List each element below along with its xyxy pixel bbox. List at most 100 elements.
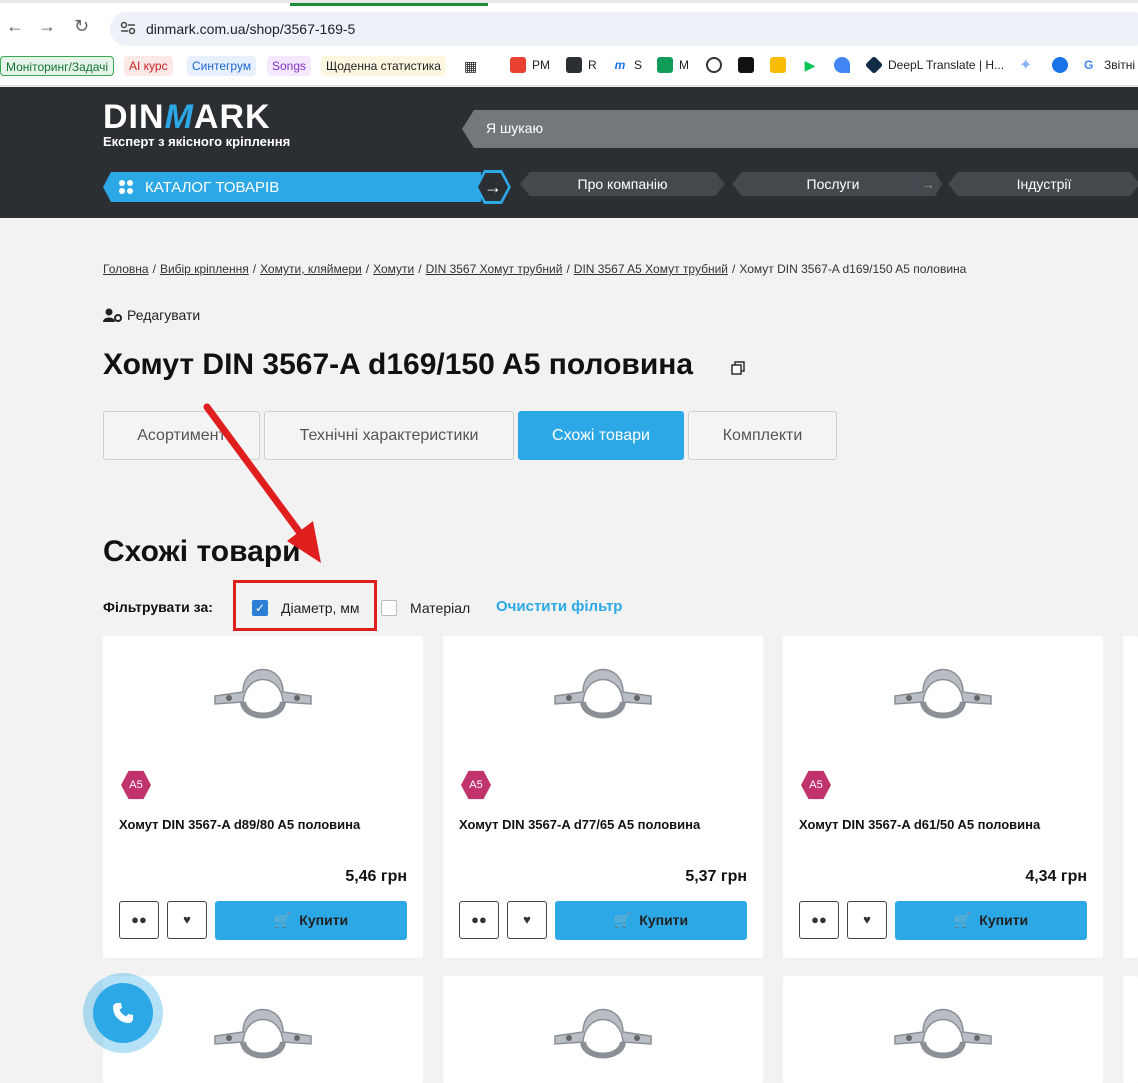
breadcrumb-hose-clamps[interactable]: Хомути	[373, 262, 414, 276]
logo-tagline: Експерт з якісного кріплення	[103, 134, 291, 149]
breadcrumb-clamps[interactable]: Хомути, кляймери	[260, 262, 362, 276]
extension-icon[interactable]	[738, 57, 754, 73]
clamp-image[interactable]	[203, 998, 323, 1068]
clamp-image[interactable]	[883, 998, 1003, 1068]
clear-filter-link[interactable]: Очистити фільтр	[496, 598, 622, 615]
back-icon[interactable]: ←	[6, 17, 24, 35]
deepl-icon	[864, 55, 884, 75]
product-card[interactable]: A5 Хомут DIN 3567-A d77/65 A5 половина 5…	[443, 636, 763, 958]
product-card[interactable]: A5 Хомут DIN 3567-A d61/50 A5 половина 4…	[783, 636, 1103, 958]
dinmark-logo[interactable]: DINMARK	[103, 98, 271, 137]
bookmarks-bar: Моніторинг/Задачі AI курс Синтегрум Song…	[0, 46, 1138, 86]
clamp-image[interactable]	[543, 998, 663, 1068]
site-settings-icon[interactable]	[120, 21, 136, 35]
breadcrumb-din3567-a5[interactable]: DIN 3567 A5 Хомут трубний	[574, 262, 728, 276]
apps-grid-icon[interactable]: ▦	[464, 58, 477, 75]
product-name[interactable]: Хомут DIN 3567-A d89/80 A5 половина	[119, 817, 360, 832]
page-title: Хомут DIN 3567-A d169/150 A5 половина	[103, 348, 694, 381]
r-icon	[566, 57, 582, 73]
product-card-partial[interactable]	[1123, 636, 1138, 958]
menu-industries[interactable]: Індустрії	[948, 172, 1138, 196]
forward-icon[interactable]: →	[38, 17, 56, 35]
heart-icon: ♥	[183, 912, 191, 927]
bookmark-m[interactable]: M	[679, 58, 689, 72]
product-price: 4,34 грн	[1025, 868, 1087, 885]
clamp-image[interactable]	[203, 658, 323, 728]
annotation-arrow-icon	[203, 403, 321, 563]
browser-toolbar: ← → ↻ dinmark.com.ua/shop/3567-169-5	[0, 0, 1138, 46]
bookmark-ai-course[interactable]: AI курс	[124, 56, 173, 76]
bookmark-monitoring[interactable]: Моніторинг/Задачі	[0, 56, 115, 76]
wishlist-button[interactable]: ♥	[847, 901, 887, 939]
search-placeholder[interactable]: Я шукаю	[486, 120, 543, 136]
wishlist-button[interactable]: ♥	[507, 901, 547, 939]
bookmark-daily-stats[interactable]: Щоденна статистика	[321, 56, 446, 76]
pin-icon[interactable]	[1052, 57, 1068, 73]
bookmark-songs[interactable]: Songs	[267, 56, 312, 76]
breadcrumb-din3567[interactable]: DIN 3567 Хомут трубний	[426, 262, 563, 276]
material-badge: A5	[801, 770, 831, 800]
material-badge: A5	[461, 770, 491, 800]
phone-icon	[113, 1003, 133, 1023]
user-gear-icon	[103, 308, 122, 322]
bookmark-reports[interactable]: Звітні	[1104, 58, 1135, 72]
menu-services[interactable]: Послуги	[732, 172, 934, 196]
breadcrumb: Головна / Вибір кріплення / Хомути, кляймери…	[103, 262, 967, 276]
bookmark-syntegrum[interactable]: Синтегрум	[187, 56, 257, 76]
cart-icon: 🛒	[953, 912, 972, 928]
reload-icon[interactable]: ↻	[74, 17, 89, 35]
edit-link[interactable]: Редагувати	[103, 307, 200, 323]
search-input[interactable]	[462, 110, 1138, 148]
product-card[interactable]: A5 Хомут DIN 3567-A d89/80 A5 половина 5…	[103, 636, 423, 958]
compare-button[interactable]: ●●	[119, 901, 159, 939]
gemini-icon[interactable]: ✦	[1019, 55, 1032, 75]
buy-button[interactable]: 🛒 Купити	[555, 901, 747, 940]
copy-icon[interactable]	[731, 361, 745, 375]
material-badge: A5	[121, 770, 151, 800]
compare-button[interactable]: ●●	[459, 901, 499, 939]
play-icon[interactable]: ▶	[802, 57, 818, 73]
tab-kits[interactable]: Комплекти	[688, 411, 837, 460]
tab-similar-products[interactable]: Схожі товари	[518, 411, 684, 460]
heart-icon: ♥	[863, 912, 871, 927]
cart-icon: 🛒	[273, 912, 292, 928]
material-label[interactable]: Матеріал	[410, 600, 470, 616]
heart-icon: ♥	[523, 912, 531, 927]
product-price: 5,46 грн	[345, 868, 407, 885]
calendar-icon[interactable]	[770, 57, 786, 73]
buy-button[interactable]: 🛒 Купити	[895, 901, 1087, 940]
pm-icon	[510, 57, 526, 73]
menu-about[interactable]: Про компанію	[520, 172, 725, 196]
catalog-label[interactable]: КАТАЛОГ ТОВАРІВ	[145, 179, 279, 196]
google-icon: G	[1084, 58, 1094, 72]
cart-icon: 🛒	[613, 912, 632, 928]
buy-button[interactable]: 🛒 Купити	[215, 901, 407, 940]
chatgpt-icon[interactable]	[706, 57, 722, 73]
url-text[interactable]: dinmark.com.ua/shop/3567-169-5	[146, 21, 355, 37]
call-button[interactable]	[83, 973, 163, 1053]
product-card[interactable]	[443, 976, 763, 1083]
compare-icon: ●●	[811, 912, 827, 927]
material-checkbox[interactable]	[381, 600, 397, 616]
sheets-icon	[657, 57, 673, 73]
product-card-partial[interactable]	[1123, 976, 1138, 1083]
annotation-highlight-box	[233, 580, 377, 631]
product-name[interactable]: Хомут DIN 3567-A d77/65 A5 половина	[459, 817, 700, 832]
compare-icon: ●●	[131, 912, 147, 927]
bookmark-pm[interactable]: PM	[532, 58, 550, 72]
clamp-image[interactable]	[883, 658, 1003, 728]
m-icon: m	[612, 57, 628, 73]
product-card[interactable]	[783, 976, 1103, 1083]
product-name[interactable]: Хомут DIN 3567-A d61/50 A5 половина	[799, 817, 1040, 832]
bookmark-s[interactable]: S	[634, 58, 642, 72]
breadcrumb-home[interactable]: Головна	[103, 262, 149, 276]
clamp-image[interactable]	[543, 658, 663, 728]
breadcrumb-fastener-choice[interactable]: Вибір кріплення	[160, 262, 249, 276]
wishlist-button[interactable]: ♥	[167, 901, 207, 939]
bookmark-deepl[interactable]: DeepL Translate | H...	[888, 58, 1004, 72]
compare-button[interactable]: ●●	[799, 901, 839, 939]
grid-icon	[119, 180, 133, 194]
heart-check-icon[interactable]	[834, 57, 850, 73]
bookmark-r[interactable]: R	[588, 58, 597, 72]
address-bar[interactable]: dinmark.com.ua/shop/3567-169-5	[110, 12, 1138, 46]
